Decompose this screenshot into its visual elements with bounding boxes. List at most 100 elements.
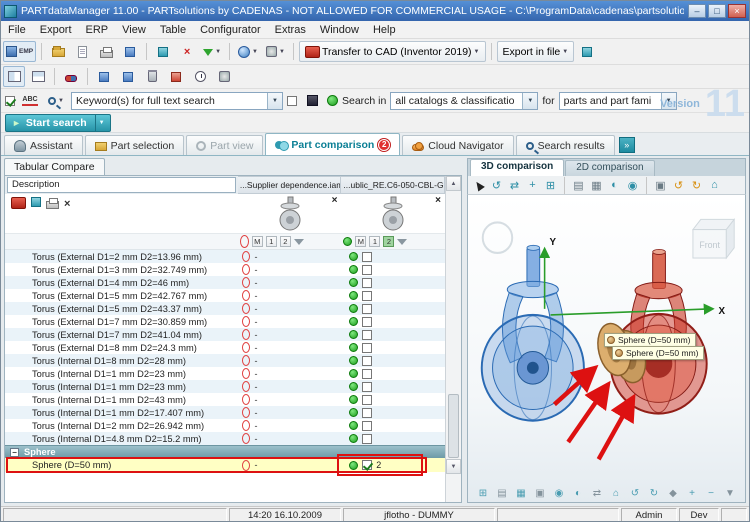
menu-item[interactable]: Window [313,22,366,38]
cube-view-icon[interactable]: ▦ [515,487,528,500]
close-icon[interactable]: × [64,198,70,210]
undo-icon[interactable]: ↺ [671,178,686,193]
chevron-down-icon[interactable]: ▼ [267,93,282,109]
mode-1-button[interactable]: 1 [266,236,277,247]
spellcheck-button[interactable]: ABC [19,90,41,111]
extra-tools-button[interactable] [576,41,598,62]
maximize-button[interactable]: □ [708,4,726,18]
part-thumbnail-2[interactable]: × [341,194,445,233]
tab-assistant[interactable]: Assistant [4,135,83,155]
open-project-button[interactable] [47,41,69,62]
close-icon[interactable]: × [332,195,338,206]
chevron-down-icon[interactable]: ▼ [95,115,108,131]
diamond-view-icon[interactable]: ◆ [667,487,680,500]
start-search-button[interactable]: ► Start search ▼ [5,114,111,132]
table-row[interactable]: Torus (External D1=5 mm D2=43.37 mm) - [5,302,445,315]
mode-1-button[interactable]: 1 [369,236,380,247]
geometry-icon[interactable] [31,197,41,207]
pan-icon[interactable]: ⇄ [507,178,522,193]
feature-checkbox[interactable] [362,421,372,431]
target-icon[interactable]: ◉ [553,487,566,500]
grid-view-icon[interactable]: ⊞ [477,487,490,500]
scroll-down-button[interactable]: ▼ [446,459,461,474]
chevron-down-icon[interactable]: ▼ [522,93,537,109]
tab-overflow-button[interactable]: » [619,137,635,153]
filter-dropdown-button[interactable]: ▼ [200,41,224,62]
close-button[interactable]: × [728,4,746,18]
tab-search-results[interactable]: Search results [516,135,615,155]
feature-checkbox[interactable] [362,265,372,275]
table-row[interactable]: Torus (Internal D1=4.8 mm D2=15.2 mm) - [5,432,445,445]
table-row[interactable]: Torus (External D1=8 mm D2=24.3 mm) - [5,341,445,354]
shaded-mode-icon[interactable]: ◐ [607,178,622,193]
menu-item[interactable]: ERP [79,22,116,38]
table-row[interactable]: Torus (Internal D1=8 mm D2=28 mm) - [5,354,445,367]
close-icon[interactable]: × [435,195,441,206]
remove-part-button[interactable] [141,66,163,87]
table-row[interactable]: Torus (External D1=4 mm D2=46 mm) - [5,276,445,289]
mode-2-button[interactable]: 2 [383,236,394,247]
collapse-icon[interactable]: − [10,448,19,457]
table-view-button[interactable] [152,41,174,62]
page-view-icon[interactable]: ▤ [496,487,509,500]
layout-vertical-button[interactable] [3,66,25,87]
table-row[interactable]: Torus (External D1=5 mm D2=42.767 mm) - [5,289,445,302]
tab-part-comparison[interactable]: Part comparison 2 [265,133,400,155]
view-cube[interactable]: Front [693,219,734,258]
menu-item[interactable]: Extras [268,22,313,38]
wireframe-mode-icon[interactable]: ◉ [625,178,640,193]
zoom-in-icon[interactable]: + [686,487,699,500]
more-options-icon[interactable]: ▼ [724,487,737,500]
feature-checkbox[interactable] [362,291,372,301]
select-cursor-icon[interactable] [471,178,486,193]
screenshot-icon[interactable]: ▣ [653,178,668,193]
part-column-header-1[interactable]: ...Supplier dependence.iam [238,176,342,194]
zoom-in-icon[interactable]: + [525,178,540,193]
feature-checkbox[interactable] [362,382,372,392]
assembly-button[interactable] [119,41,141,62]
layout-horizontal-button[interactable] [27,66,49,87]
export-in-file-button[interactable]: Export in file ▼ [497,41,575,62]
delete-filter-button[interactable]: × [176,41,198,62]
rotate-widget-icon[interactable] [483,222,512,252]
rotate-left-icon[interactable]: ↺ [629,487,642,500]
mode-m-button[interactable]: M [252,236,263,247]
view-iso-icon[interactable]: ▦ [589,178,604,193]
view-front-icon[interactable]: ▤ [571,178,586,193]
search-settings-button[interactable]: ▼ [263,41,288,62]
fulltext-search-checkbox[interactable] [5,96,15,106]
duplicate-part-button[interactable] [165,66,187,87]
redo-icon[interactable]: ↻ [689,178,704,193]
table-row[interactable]: Torus (Internal D1=1 mm D2=17.407 mm) - [5,406,445,419]
menu-item[interactable]: View [115,22,153,38]
rotate-right-icon[interactable]: ↻ [648,487,661,500]
tab-cloud-navigator[interactable]: Cloud Navigator [402,135,513,155]
mode-m-button[interactable]: M [355,236,366,247]
table-row[interactable]: Torus (External D1=7 mm D2=41.04 mm) - [5,328,445,341]
swap-views-icon[interactable]: ⇄ [591,487,604,500]
orbit-icon[interactable]: ↺ [489,178,504,193]
zoom-out-icon[interactable]: − [705,487,718,500]
menu-item[interactable]: File [1,22,33,38]
feature-checkbox[interactable] [362,343,372,353]
chevron-down-icon[interactable]: ▼ [661,93,676,109]
feature-checkbox[interactable] [362,278,372,288]
scroll-up-button[interactable]: ▲ [446,176,461,191]
feature-checkbox[interactable] [362,460,372,470]
table-row[interactable]: Torus (Internal D1=1 mm D2=23 mm) - [5,367,445,380]
viewport-3d[interactable]: Front [467,195,746,503]
scope-combobox[interactable]: parts and part fami ▼ [559,92,677,110]
transfer-to-cad-button[interactable]: Transfer to CAD (Inventor 2019) ▼ [299,41,486,62]
filter-icon[interactable] [294,239,304,245]
table-row[interactable]: Torus (Internal D1=2 mm D2=26.942 mm) - [5,419,445,432]
table-row[interactable]: Torus (Internal D1=1 mm D2=23 mm) - [5,380,445,393]
online-catalog-button[interactable]: ▼ [235,41,261,62]
home-view-icon[interactable]: ⌂ [610,487,623,500]
history-button[interactable] [189,66,211,87]
mode-2-button[interactable]: 2 [280,236,291,247]
box-view-icon[interactable]: ▣ [534,487,547,500]
tab-part-selection[interactable]: Part selection [85,135,185,155]
keyword-combobox[interactable]: Keyword(s) for full text search ▼ [71,92,283,110]
search-mode-button[interactable]: ▼ [45,90,67,111]
connection-button[interactable] [60,66,82,87]
